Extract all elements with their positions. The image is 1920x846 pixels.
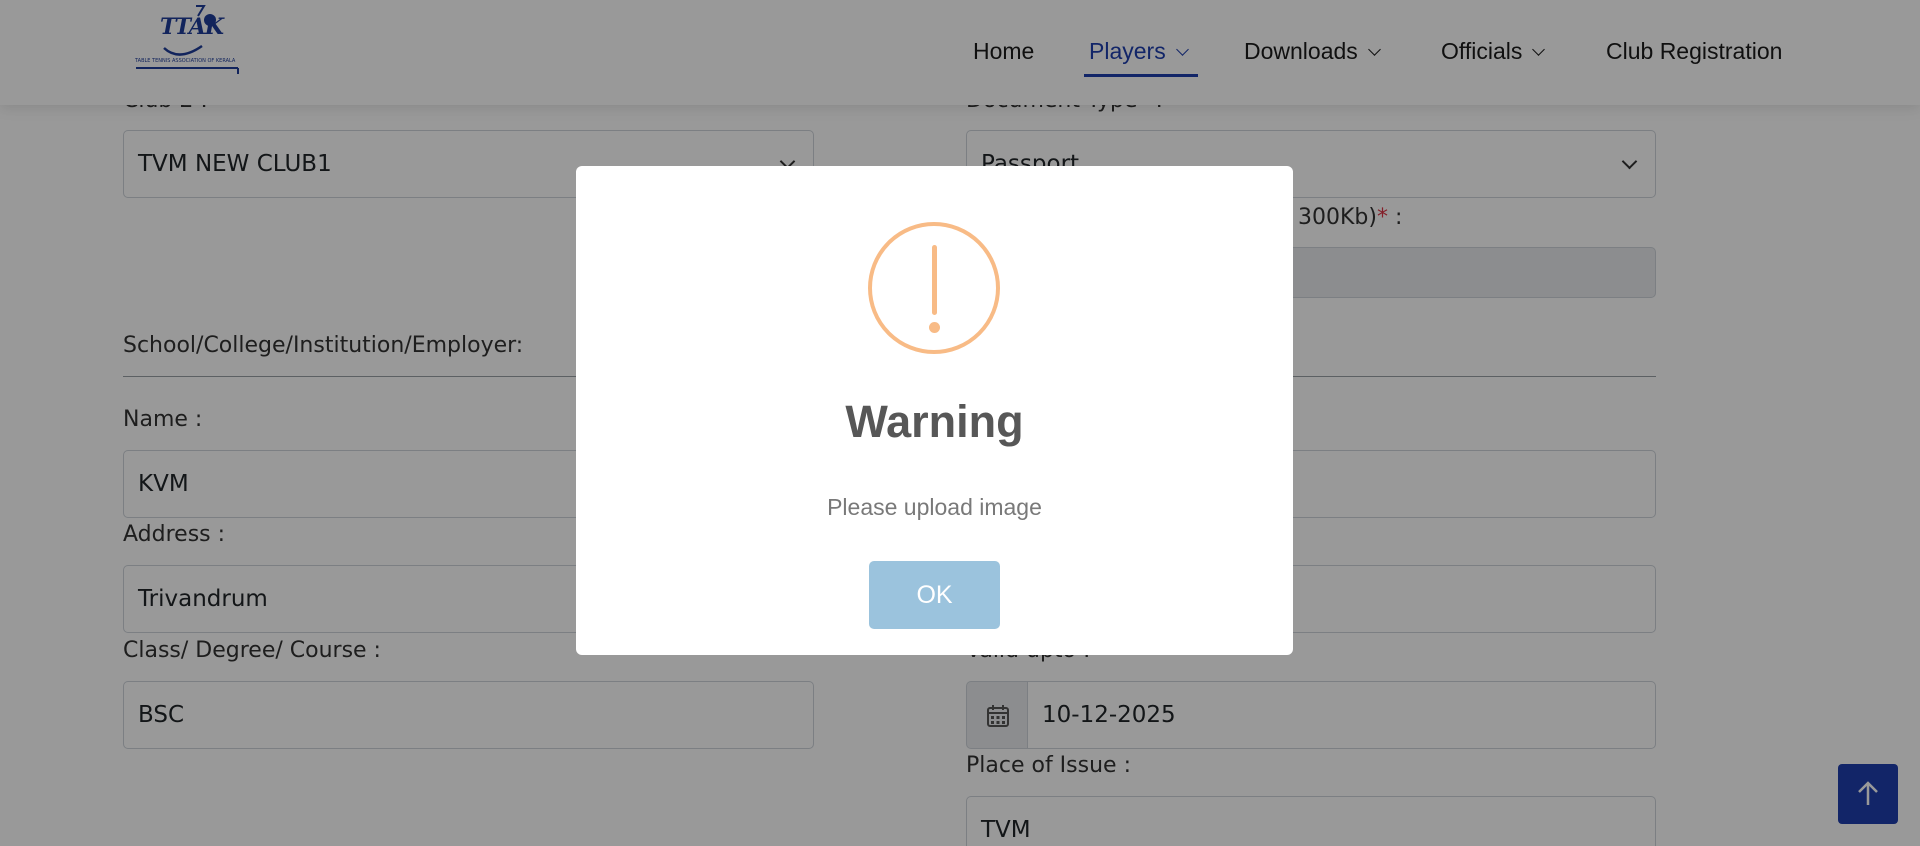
ok-button[interactable]: OK (869, 561, 1000, 629)
warning-icon-dot (929, 322, 940, 333)
dialog-message: Please upload image (827, 494, 1042, 520)
warning-dialog: Warning Please upload image OK (576, 166, 1293, 655)
warning-icon (868, 222, 1000, 354)
warning-icon-bar (932, 245, 937, 315)
dialog-title: Warning (845, 396, 1024, 447)
